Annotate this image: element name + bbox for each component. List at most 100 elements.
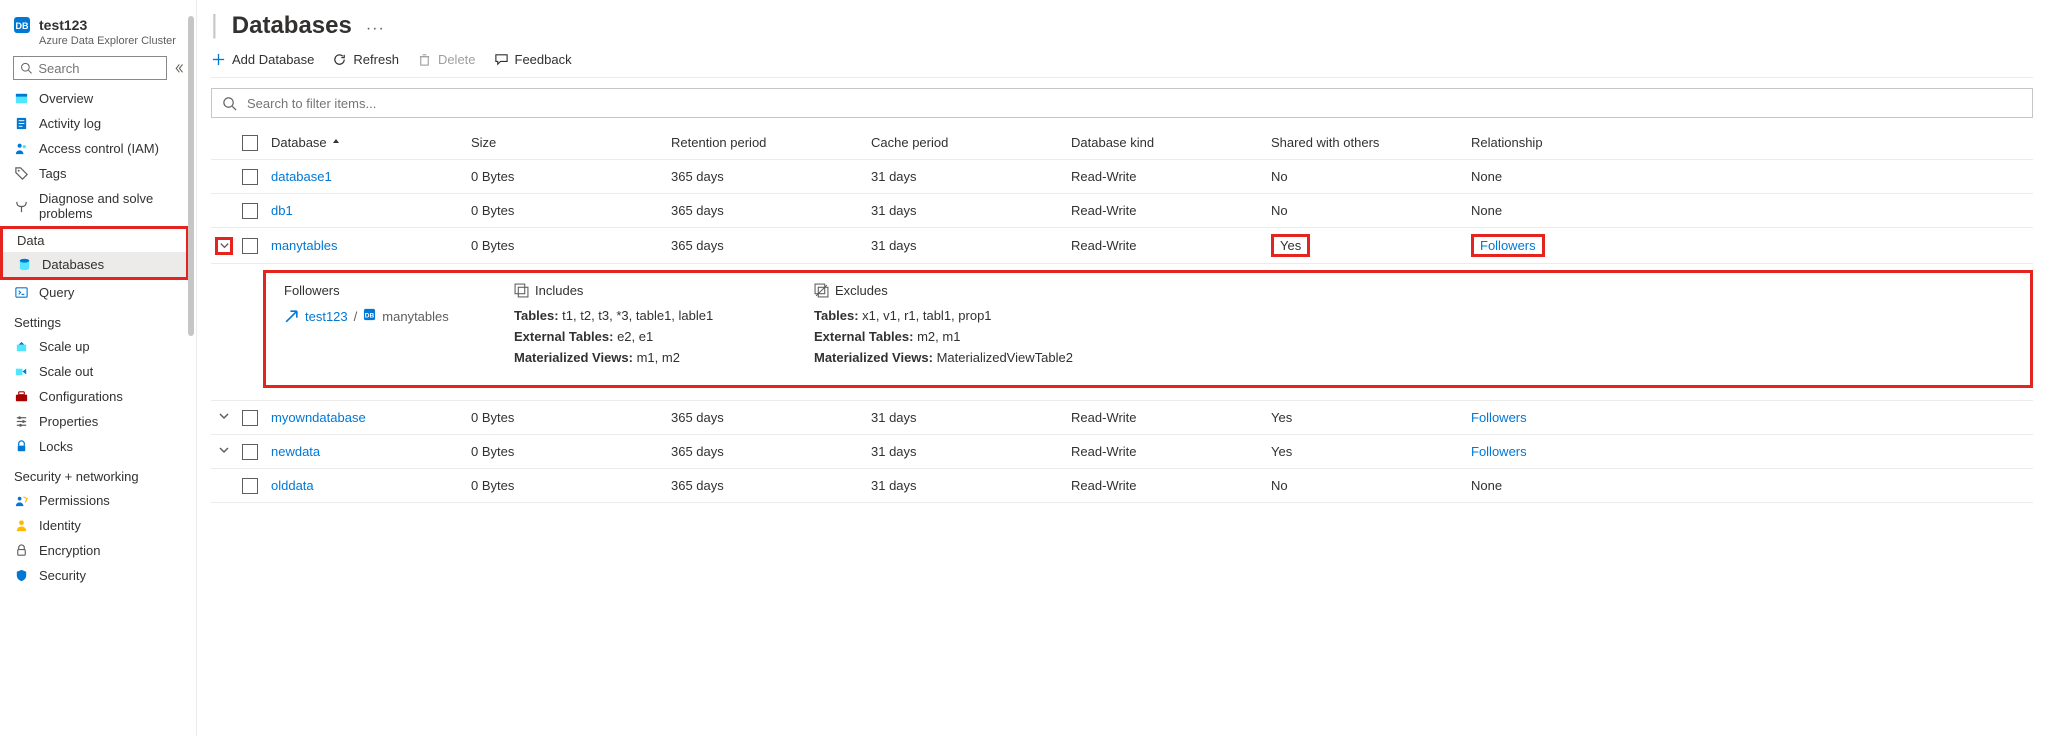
sidebar-item-tags[interactable]: Tags (0, 161, 186, 186)
database-name-link[interactable]: manytables (263, 232, 463, 259)
row-checkbox[interactable] (242, 238, 258, 254)
shield-icon (14, 568, 29, 583)
follower-entry[interactable]: test123 / DBmanytables (284, 308, 504, 324)
cell-size: 0 Bytes (463, 163, 663, 190)
sidebar-item-databases[interactable]: Databases (3, 252, 186, 277)
sidebar-item-label: Security (39, 568, 86, 583)
encryption-icon (14, 543, 29, 558)
sidebar: DB test123 Azure Data Explorer Cluster O… (0, 0, 186, 736)
cell-shared: No (1263, 472, 1463, 499)
col-cache[interactable]: Cache period (863, 129, 1063, 156)
identity-icon (14, 518, 29, 533)
col-shared[interactable]: Shared with others (1263, 129, 1463, 156)
cell-relationship[interactable]: Followers (1463, 438, 2033, 465)
sidebar-item-activity-log[interactable]: Activity log (0, 111, 186, 136)
cell-size: 0 Bytes (463, 197, 663, 224)
database-grid: Database Size Retention period Cache per… (211, 126, 2033, 503)
database-name-link[interactable]: db1 (263, 197, 463, 224)
cell-cache: 31 days (863, 404, 1063, 431)
sidebar-item-security[interactable]: Security (0, 563, 186, 588)
cell-relationship: None (1463, 472, 2033, 499)
database-name-link[interactable]: database1 (263, 163, 463, 190)
collapse-sidebar-button[interactable] (173, 59, 186, 77)
sidebar-scrollbar-thumb[interactable] (188, 16, 194, 336)
sidebar-item-label: Access control (IAM) (39, 141, 159, 156)
cell-kind: Read-Write (1063, 472, 1263, 499)
sidebar-item-identity[interactable]: Identity (0, 513, 186, 538)
excludes-mat-views: Materialized Views: MaterializedViewTabl… (814, 350, 2012, 365)
sidebar-item-locks[interactable]: Locks (0, 434, 186, 459)
page-more-menu[interactable]: ··· (366, 20, 385, 38)
resource-title[interactable]: test123 (39, 16, 176, 34)
database-name-link[interactable]: olddata (263, 472, 463, 499)
row-checkbox[interactable] (242, 410, 258, 426)
permissions-icon (14, 493, 29, 508)
includes-header: Includes (514, 283, 804, 298)
activity-log-icon (14, 116, 29, 131)
sidebar-item-scale-up[interactable]: Scale up (0, 334, 186, 359)
row-checkbox[interactable] (242, 478, 258, 494)
refresh-icon (332, 52, 347, 67)
sidebar-item-label: Query (39, 285, 74, 300)
sidebar-item-label: Properties (39, 414, 98, 429)
select-all-checkbox[interactable] (242, 135, 258, 151)
collapse-row-button[interactable] (215, 237, 233, 255)
sidebar-item-configurations[interactable]: Configurations (0, 384, 186, 409)
sidebar-item-label: Overview (39, 91, 93, 106)
expand-row-button[interactable] (218, 410, 230, 425)
table-row: myowndatabase0 Bytes365 days31 daysRead-… (211, 401, 2033, 435)
title-pipe: | (211, 10, 218, 38)
cell-size: 0 Bytes (463, 438, 663, 465)
toolbar-label: Delete (438, 52, 476, 67)
row-checkbox[interactable] (242, 203, 258, 219)
database-name-link[interactable]: myowndatabase (263, 404, 463, 431)
sidebar-item-access-control[interactable]: Access control (IAM) (0, 136, 186, 161)
col-database[interactable]: Database (263, 129, 463, 156)
cell-shared: No (1263, 163, 1463, 190)
cell-size: 0 Bytes (463, 472, 663, 499)
scale-out-icon (14, 364, 29, 379)
sidebar-search[interactable] (13, 56, 167, 80)
sidebar-item-query[interactable]: Query (0, 280, 186, 305)
excludes-icon (814, 283, 829, 298)
follower-cluster-link[interactable]: test123 (305, 309, 348, 324)
sidebar-item-label: Locks (39, 439, 73, 454)
col-retention[interactable]: Retention period (663, 129, 863, 156)
cell-retention: 365 days (663, 197, 863, 224)
sidebar-scrollbar-track[interactable] (186, 0, 196, 736)
sidebar-item-properties[interactable]: Properties (0, 409, 186, 434)
feedback-button[interactable]: Feedback (494, 52, 572, 67)
filter-input[interactable] (245, 95, 2022, 112)
add-database-button[interactable]: Add Database (211, 52, 314, 67)
cell-kind: Read-Write (1063, 404, 1263, 431)
sidebar-item-diagnose[interactable]: Diagnose and solve problems (0, 186, 186, 226)
database-name-link[interactable]: newdata (263, 438, 463, 465)
col-relationship[interactable]: Relationship (1463, 129, 2033, 156)
sidebar-item-encryption[interactable]: Encryption (0, 538, 186, 563)
toolbar: Add Database Refresh Delete Feedback (211, 46, 2033, 78)
col-kind[interactable]: Database kind (1063, 129, 1263, 156)
excludes-ext-tables: External Tables: m2, m1 (814, 329, 2012, 344)
filter-box[interactable] (211, 88, 2033, 118)
col-size[interactable]: Size (463, 129, 663, 156)
sidebar-group-security: Security + networking (0, 459, 186, 488)
sidebar-item-label: Identity (39, 518, 81, 533)
sidebar-item-scale-out[interactable]: Scale out (0, 359, 186, 384)
resource-kind: Azure Data Explorer Cluster (39, 34, 176, 48)
row-checkbox[interactable] (242, 169, 258, 185)
expand-row-button[interactable] (218, 444, 230, 459)
refresh-button[interactable]: Refresh (332, 52, 399, 67)
row-checkbox[interactable] (242, 444, 258, 460)
svg-text:DB: DB (16, 21, 29, 31)
trash-icon (417, 52, 432, 67)
search-icon (20, 61, 32, 75)
delete-button: Delete (417, 52, 476, 67)
sidebar-search-input[interactable] (36, 60, 160, 77)
sidebar-item-label: Diagnose and solve problems (39, 191, 172, 221)
database-icon: DB (363, 308, 376, 324)
sidebar-item-permissions[interactable]: Permissions (0, 488, 186, 513)
sidebar-item-overview[interactable]: Overview (0, 86, 186, 111)
cell-relationship[interactable]: Followers (1463, 404, 2033, 431)
cell-relationship[interactable]: Followers (1463, 228, 2033, 263)
sidebar-group-data: Data (3, 229, 186, 252)
